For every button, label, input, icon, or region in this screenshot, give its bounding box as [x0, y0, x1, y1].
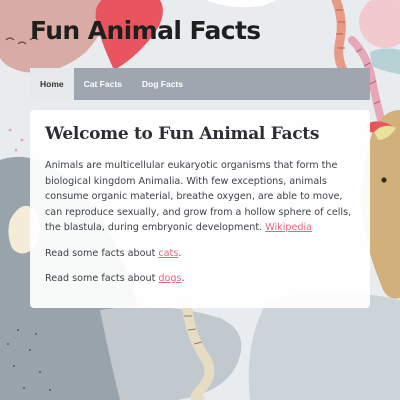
dogs-period: .	[181, 273, 185, 284]
content-card: Welcome to Fun Animal Facts Animals are …	[30, 110, 370, 308]
cats-paragraph: Read some facts about cats.	[45, 246, 355, 262]
nav-item-dog-facts[interactable]: Dog Facts	[132, 68, 193, 100]
intro-paragraph: Animals are multicellular eukaryotic org…	[45, 158, 355, 236]
site-title: Fun Animal Facts	[30, 16, 261, 45]
nav-item-home[interactable]: Home	[30, 68, 74, 100]
cats-link[interactable]: cats	[158, 248, 178, 259]
cats-text: Read some facts about	[45, 247, 159, 259]
wikipedia-link[interactable]: Wikipedia	[265, 222, 312, 233]
dogs-paragraph: Read some facts about dogs.	[45, 271, 355, 287]
nav-item-cat-facts[interactable]: Cat Facts	[74, 68, 132, 100]
page-heading: Welcome to Fun Animal Facts	[45, 124, 320, 144]
cats-period: .	[178, 247, 182, 259]
dogs-text: Read some facts about	[45, 273, 159, 284]
dogs-link[interactable]: dogs	[158, 273, 181, 284]
main-navigation: Home Cat Facts Dog Facts	[30, 68, 370, 100]
